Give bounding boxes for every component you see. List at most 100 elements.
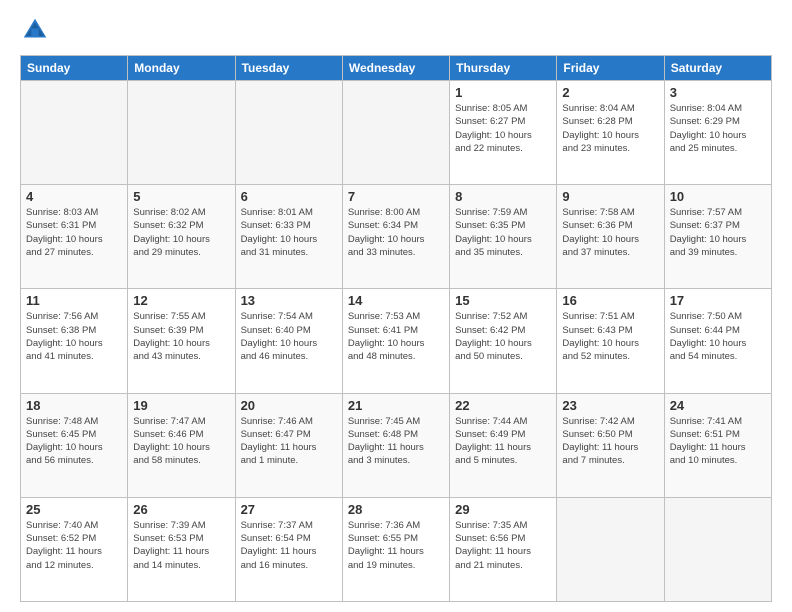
calendar-cell: 6 Sunrise: 8:01 AMSunset: 6:33 PMDaylight…	[235, 185, 342, 289]
calendar-cell: 25 Sunrise: 7:40 AMSunset: 6:52 PMDayligh…	[21, 497, 128, 601]
day-number: 23	[562, 398, 658, 413]
day-info: Sunrise: 7:37 AMSunset: 6:54 PMDaylight:…	[241, 519, 337, 572]
day-number: 17	[670, 293, 766, 308]
day-number: 19	[133, 398, 229, 413]
day-info: Sunrise: 8:04 AMSunset: 6:28 PMDaylight:…	[562, 102, 658, 155]
calendar-header-wednesday: Wednesday	[342, 56, 449, 81]
day-number: 12	[133, 293, 229, 308]
logo-icon	[20, 15, 50, 45]
day-number: 10	[670, 189, 766, 204]
day-info: Sunrise: 7:45 AMSunset: 6:48 PMDaylight:…	[348, 415, 444, 468]
day-number: 14	[348, 293, 444, 308]
calendar-cell: 5 Sunrise: 8:02 AMSunset: 6:32 PMDaylight…	[128, 185, 235, 289]
calendar-cell: 16 Sunrise: 7:51 AMSunset: 6:43 PMDayligh…	[557, 289, 664, 393]
calendar-cell: 4 Sunrise: 8:03 AMSunset: 6:31 PMDaylight…	[21, 185, 128, 289]
day-info: Sunrise: 7:55 AMSunset: 6:39 PMDaylight:…	[133, 310, 229, 363]
day-number: 4	[26, 189, 122, 204]
calendar-cell: 2 Sunrise: 8:04 AMSunset: 6:28 PMDaylight…	[557, 81, 664, 185]
calendar-cell: 18Sunrise: 7:48 AMSunset: 6:45 PMDayligh…	[21, 393, 128, 497]
calendar-table: SundayMondayTuesdayWednesdayThursdayFrid…	[20, 55, 772, 602]
calendar-header-tuesday: Tuesday	[235, 56, 342, 81]
calendar-cell: 7 Sunrise: 8:00 AMSunset: 6:34 PMDaylight…	[342, 185, 449, 289]
day-number: 22	[455, 398, 551, 413]
calendar-header-row: SundayMondayTuesdayWednesdayThursdayFrid…	[21, 56, 772, 81]
day-info: Sunrise: 7:53 AMSunset: 6:41 PMDaylight:…	[348, 310, 444, 363]
day-info: Sunrise: 7:52 AMSunset: 6:42 PMDaylight:…	[455, 310, 551, 363]
calendar-cell: 19 Sunrise: 7:47 AMSunset: 6:46 PMDayligh…	[128, 393, 235, 497]
day-number: 27	[241, 502, 337, 517]
calendar-header-sunday: Sunday	[21, 56, 128, 81]
day-info: Sunrise: 7:46 AMSunset: 6:47 PMDaylight:…	[241, 415, 337, 468]
calendar-week-2: 4 Sunrise: 8:03 AMSunset: 6:31 PMDaylight…	[21, 185, 772, 289]
day-info: Sunrise: 8:04 AMSunset: 6:29 PMDaylight:…	[670, 102, 766, 155]
day-number: 13	[241, 293, 337, 308]
calendar-cell: 12 Sunrise: 7:55 AMSunset: 6:39 PMDayligh…	[128, 289, 235, 393]
day-number: 16	[562, 293, 658, 308]
calendar-cell: 9 Sunrise: 7:58 AMSunset: 6:36 PMDaylight…	[557, 185, 664, 289]
day-info: Sunrise: 8:03 AMSunset: 6:31 PMDaylight:…	[26, 206, 122, 259]
day-info: Sunrise: 7:39 AMSunset: 6:53 PMDaylight:…	[133, 519, 229, 572]
day-info: Sunrise: 7:54 AMSunset: 6:40 PMDaylight:…	[241, 310, 337, 363]
day-info: Sunrise: 7:50 AMSunset: 6:44 PMDaylight:…	[670, 310, 766, 363]
calendar-cell: 8 Sunrise: 7:59 AMSunset: 6:35 PMDaylight…	[450, 185, 557, 289]
day-number: 2	[562, 85, 658, 100]
day-info: Sunrise: 8:05 AMSunset: 6:27 PMDaylight:…	[455, 102, 551, 155]
day-info: Sunrise: 7:59 AMSunset: 6:35 PMDaylight:…	[455, 206, 551, 259]
day-number: 9	[562, 189, 658, 204]
day-info: Sunrise: 8:00 AMSunset: 6:34 PMDaylight:…	[348, 206, 444, 259]
day-info: Sunrise: 7:35 AMSunset: 6:56 PMDaylight:…	[455, 519, 551, 572]
calendar-week-3: 11 Sunrise: 7:56 AMSunset: 6:38 PMDayligh…	[21, 289, 772, 393]
day-number: 6	[241, 189, 337, 204]
day-info: Sunrise: 8:02 AMSunset: 6:32 PMDaylight:…	[133, 206, 229, 259]
day-number: 29	[455, 502, 551, 517]
day-number: 25	[26, 502, 122, 517]
calendar-week-5: 25 Sunrise: 7:40 AMSunset: 6:52 PMDayligh…	[21, 497, 772, 601]
day-info: Sunrise: 7:41 AMSunset: 6:51 PMDaylight:…	[670, 415, 766, 468]
day-info: Sunrise: 7:36 AMSunset: 6:55 PMDaylight:…	[348, 519, 444, 572]
day-number: 15	[455, 293, 551, 308]
calendar-cell	[128, 81, 235, 185]
calendar-cell: 28 Sunrise: 7:36 AMSunset: 6:55 PMDayligh…	[342, 497, 449, 601]
calendar-header-friday: Friday	[557, 56, 664, 81]
calendar-cell: 15 Sunrise: 7:52 AMSunset: 6:42 PMDayligh…	[450, 289, 557, 393]
calendar-cell: 10 Sunrise: 7:57 AMSunset: 6:37 PMDayligh…	[664, 185, 771, 289]
calendar-cell: 20 Sunrise: 7:46 AMSunset: 6:47 PMDayligh…	[235, 393, 342, 497]
calendar-cell: 11 Sunrise: 7:56 AMSunset: 6:38 PMDayligh…	[21, 289, 128, 393]
calendar-cell	[342, 81, 449, 185]
calendar-cell: 29 Sunrise: 7:35 AMSunset: 6:56 PMDayligh…	[450, 497, 557, 601]
day-number: 3	[670, 85, 766, 100]
day-number: 21	[348, 398, 444, 413]
calendar-header-saturday: Saturday	[664, 56, 771, 81]
calendar-cell: 17 Sunrise: 7:50 AMSunset: 6:44 PMDayligh…	[664, 289, 771, 393]
day-info: Sunrise: 7:51 AMSunset: 6:43 PMDaylight:…	[562, 310, 658, 363]
day-info: Sunrise: 7:42 AMSunset: 6:50 PMDaylight:…	[562, 415, 658, 468]
day-info: Sunrise: 7:40 AMSunset: 6:52 PMDaylight:…	[26, 519, 122, 572]
day-number: 28	[348, 502, 444, 517]
day-number: 8	[455, 189, 551, 204]
calendar-week-1: 1Sunrise: 8:05 AMSunset: 6:27 PMDaylight…	[21, 81, 772, 185]
calendar-week-4: 18Sunrise: 7:48 AMSunset: 6:45 PMDayligh…	[21, 393, 772, 497]
day-info: Sunrise: 7:56 AMSunset: 6:38 PMDaylight:…	[26, 310, 122, 363]
day-number: 24	[670, 398, 766, 413]
day-number: 7	[348, 189, 444, 204]
calendar-cell: 22Sunrise: 7:44 AMSunset: 6:49 PMDayligh…	[450, 393, 557, 497]
day-info: Sunrise: 7:58 AMSunset: 6:36 PMDaylight:…	[562, 206, 658, 259]
calendar-cell: 21 Sunrise: 7:45 AMSunset: 6:48 PMDayligh…	[342, 393, 449, 497]
calendar-cell	[235, 81, 342, 185]
calendar-cell	[557, 497, 664, 601]
day-number: 5	[133, 189, 229, 204]
day-number: 20	[241, 398, 337, 413]
day-info: Sunrise: 8:01 AMSunset: 6:33 PMDaylight:…	[241, 206, 337, 259]
day-info: Sunrise: 7:57 AMSunset: 6:37 PMDaylight:…	[670, 206, 766, 259]
day-info: Sunrise: 7:47 AMSunset: 6:46 PMDaylight:…	[133, 415, 229, 468]
day-number: 11	[26, 293, 122, 308]
calendar-cell: 27 Sunrise: 7:37 AMSunset: 6:54 PMDayligh…	[235, 497, 342, 601]
logo	[20, 15, 54, 45]
day-info: Sunrise: 7:48 AMSunset: 6:45 PMDaylight:…	[26, 415, 122, 468]
calendar-cell: 14 Sunrise: 7:53 AMSunset: 6:41 PMDayligh…	[342, 289, 449, 393]
calendar-cell: 1Sunrise: 8:05 AMSunset: 6:27 PMDaylight…	[450, 81, 557, 185]
calendar-cell: 23 Sunrise: 7:42 AMSunset: 6:50 PMDayligh…	[557, 393, 664, 497]
calendar-cell: 24 Sunrise: 7:41 AMSunset: 6:51 PMDayligh…	[664, 393, 771, 497]
calendar-cell	[664, 497, 771, 601]
calendar-cell: 3 Sunrise: 8:04 AMSunset: 6:29 PMDaylight…	[664, 81, 771, 185]
